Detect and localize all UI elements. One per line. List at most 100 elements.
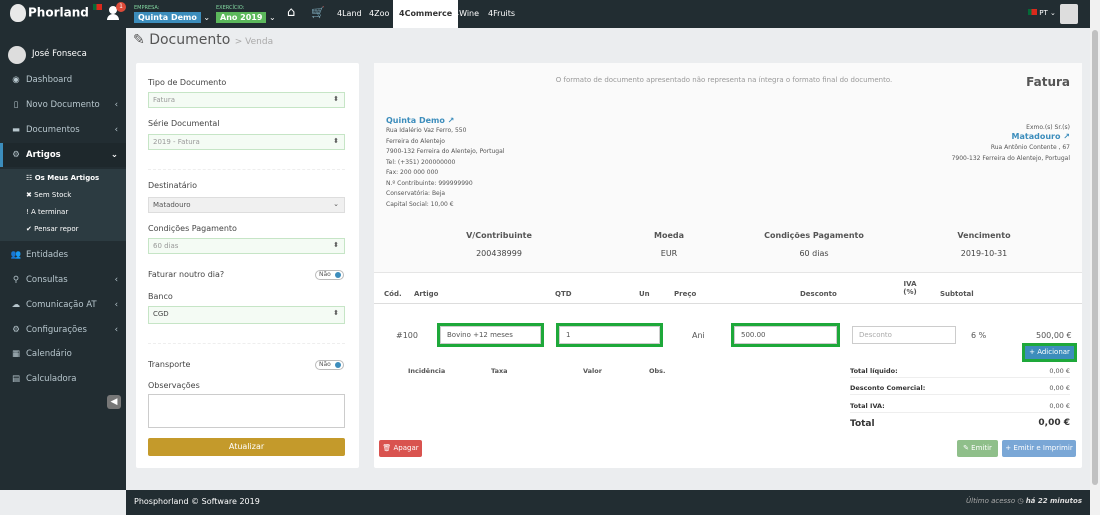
select-serie-documental[interactable]: 2019 - Fatura ⬍ [148, 134, 345, 150]
company-name[interactable]: Quinta Demo ↗ [386, 116, 454, 125]
tab-4commerce[interactable]: 4Commerce [393, 0, 459, 28]
gear-icon: ⚙ [12, 325, 20, 335]
total-value: 0,00 € [1038, 418, 1070, 428]
total-iva-value: 0,00 € [1049, 402, 1070, 410]
desconto-comercial-value: 0,00 € [1049, 384, 1070, 392]
emit-button[interactable]: ✎ Emitir [957, 440, 998, 457]
home-icon[interactable]: ⌂ [287, 5, 295, 20]
language-selector[interactable]: PT ⌄ [1028, 9, 1056, 17]
portugal-flag-icon [1028, 9, 1037, 15]
meta-value: 200438999 [476, 249, 522, 258]
plus-icon: + [1029, 348, 1035, 356]
meta-moeda: Moeda EUR [624, 231, 714, 258]
cart-icon[interactable]: 🛒 [311, 6, 325, 19]
select-banco[interactable]: CGD ⬍ [148, 306, 345, 324]
label-serie-documental: Série Documental [148, 119, 220, 128]
sidebar-item-configuracoes[interactable]: ⚙ Configurações ‹ [0, 318, 126, 342]
clock-icon: ◷ [1017, 497, 1024, 505]
update-button[interactable]: Atualizar [148, 438, 345, 456]
customer-name[interactable]: Matadouro ↗ [1012, 132, 1070, 141]
delete-button[interactable]: 🗑 Apagar [379, 440, 422, 457]
user-avatar [8, 46, 26, 64]
toggle-faturar-noutro-dia[interactable]: Não [315, 270, 344, 280]
sidebar-item-calculadora[interactable]: ▤ Calculadora [0, 367, 126, 391]
format-notice: O formato de documento apresentado não r… [555, 76, 893, 84]
edit-icon: ✎ [963, 444, 969, 452]
trash-icon: 🗑 [382, 444, 392, 452]
sidebar-item-comunicacao-at[interactable]: ☁ Comunicação AT ‹ [0, 293, 126, 317]
alien-logo-icon [10, 4, 26, 22]
discount-input[interactable]: Desconto [852, 326, 956, 344]
collapse-sidebar-button[interactable]: ◀ [107, 395, 121, 409]
folder-icon: ▬ [11, 125, 21, 135]
select-tipo-documento[interactable]: Fatura ⬍ [148, 92, 345, 108]
tab-4fruits[interactable]: 4Fruits [484, 0, 519, 28]
total-liquido-value: 0,00 € [1049, 367, 1070, 375]
sidebar-item-entidades[interactable]: 👥 Entidades [0, 243, 126, 267]
desconto-comercial-label: Desconto Comercial: [850, 384, 926, 392]
totals-divider [850, 394, 1070, 395]
tab-4zoo[interactable]: 4Zoo [365, 0, 393, 28]
app-logo[interactable]: Phorland [10, 4, 103, 22]
sidebar-username: José Fonseca [32, 49, 87, 59]
meta-header: Vencimento [957, 231, 1011, 240]
portugal-flag-icon [93, 4, 103, 10]
select-destinatario[interactable]: Matadouro ⌄ [148, 197, 345, 213]
footer-last-access: Último acesso ◷ há 22 minutos [966, 497, 1082, 505]
submenu-pensar-repor[interactable]: ✔ Pensar repor [26, 225, 78, 233]
submenu-os-meus-artigos[interactable]: ☷ Os Meus Artigos [26, 174, 99, 182]
chevron-down-icon: ⌄ [333, 200, 339, 208]
totals-divider [850, 412, 1070, 413]
avatar[interactable] [1060, 4, 1078, 24]
meta-value: 2019-10-31 [960, 249, 1008, 258]
submenu-sem-stock[interactable]: ✖ Sem Stock [26, 191, 71, 199]
scrollbar-thumb[interactable] [1092, 30, 1098, 485]
quantity-input[interactable]: 1 [556, 323, 663, 347]
label-transporte: Transporte [148, 360, 191, 369]
price-input[interactable]: 500.00 [731, 323, 840, 347]
calendar-icon: ▦ [11, 349, 21, 359]
artigos-submenu: ☷ Os Meus Artigos ✖ Sem Stock ! A termin… [0, 169, 126, 241]
col-header-un: Un [639, 290, 650, 298]
chevron-left-icon: ‹ [114, 325, 118, 335]
toggle-transporte[interactable]: Não [315, 360, 344, 370]
col-header-iva: IVA (%) [903, 280, 917, 296]
sidebar-item-novo-documento[interactable]: ▯ Novo Documento ‹ [0, 93, 126, 117]
chevron-left-icon: ‹ [114, 300, 118, 310]
label-condicoes-pagamento: Condições Pagamento [148, 224, 237, 233]
total-liquido-label: Total líquido: [850, 367, 898, 375]
tab-4wine[interactable]: 4Wine [450, 0, 483, 28]
tab-4land[interactable]: 4Land [333, 0, 366, 28]
add-item-button[interactable]: + Adicionar [1022, 343, 1077, 362]
users-icon: 👥 [10, 250, 22, 260]
label-tipo-documento: Tipo de Documento [148, 78, 227, 87]
sidebar-item-documentos[interactable]: ▬ Documentos ‹ [0, 118, 126, 142]
company-line: Tel: (+351) 200000000 [386, 158, 456, 166]
page-scrollbar[interactable] [1090, 0, 1100, 515]
meta-value: 60 dias [799, 249, 829, 258]
chevron-left-icon: ‹ [114, 100, 118, 110]
company-selector[interactable]: EMPRESA: Quinta Demo ⌄ [134, 5, 210, 23]
label-banco: Banco [148, 292, 173, 301]
page-title: ✎ Documento > Venda [133, 32, 274, 48]
select-condicoes-pagamento[interactable]: 60 dias ⬍ [148, 238, 345, 254]
chevron-left-icon: ‹ [114, 275, 118, 285]
plus-icon: + [1005, 444, 1012, 452]
sort-arrows-icon: ⬍ [333, 95, 339, 103]
observacoes-textarea[interactable] [148, 394, 345, 428]
emit-print-button[interactable]: + Emitir e Imprimir [1002, 440, 1076, 457]
divider [148, 343, 345, 344]
sidebar-item-artigos[interactable]: ⚙ Artigos ⌄ [0, 143, 126, 167]
submenu-a-terminar[interactable]: ! A terminar [26, 208, 68, 216]
cogs-icon: ⚙ [12, 150, 20, 160]
company-line: Rua Idalério Vaz Ferro, 550 [386, 127, 467, 134]
row-vat: 6 % [971, 331, 987, 340]
sidebar-item-calendario[interactable]: ▦ Calendário [0, 342, 126, 366]
row-unit: Ani [692, 331, 705, 340]
article-input[interactable]: Bovino +12 meses [437, 323, 544, 347]
row-subtotal: 500,00 € [1036, 331, 1072, 340]
company-line: Capital Social: 10,00 € [386, 200, 454, 208]
sidebar-item-consultas[interactable]: ⚲ Consultas ‹ [0, 268, 126, 292]
sidebar-item-dashboard[interactable]: ◉ Dashboard [0, 68, 126, 92]
year-selector[interactable]: EXERCÍCIO: Ano 2019 ⌄ [216, 5, 276, 23]
